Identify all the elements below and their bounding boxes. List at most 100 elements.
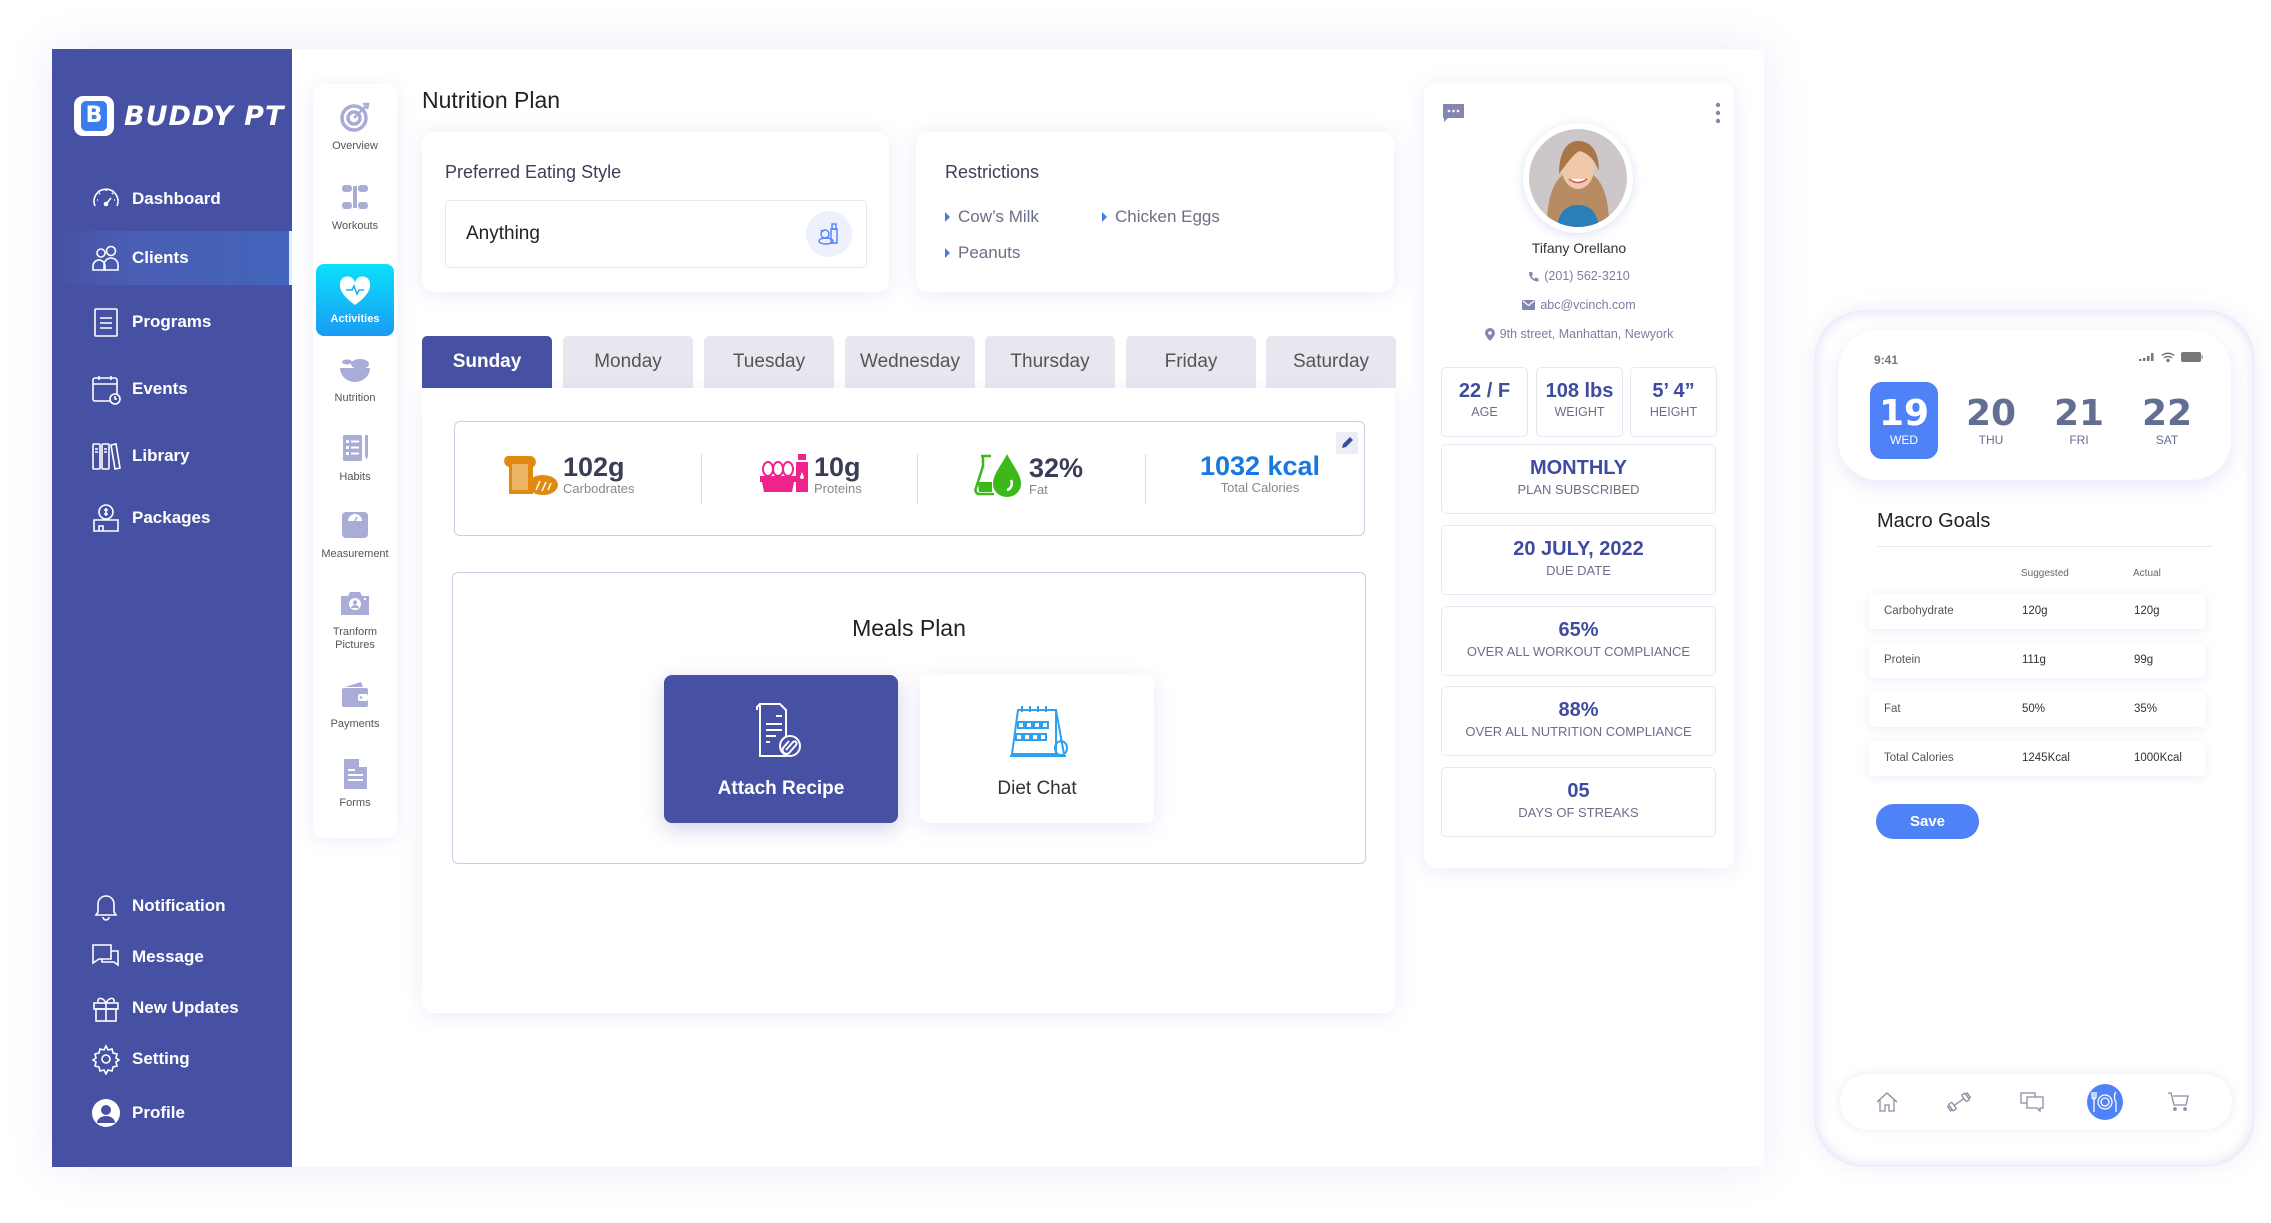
tab-monday[interactable]: Monday [563, 336, 693, 388]
chat-bubble-icon[interactable] [1441, 102, 1466, 124]
day-name: THU [1978, 432, 2004, 447]
subnav-item-overview[interactable]: Overview [316, 100, 394, 153]
bell-icon [94, 895, 118, 921]
nav-workouts[interactable] [1941, 1084, 1977, 1120]
sidebar-item-packages[interactable]: Packages [52, 491, 292, 545]
macro-suggested: 1245Kcal [2022, 752, 2070, 764]
macro-goals-title: Macro Goals [1877, 510, 1991, 532]
nav-home[interactable] [1869, 1084, 1905, 1120]
subnav-item-forms[interactable]: Forms [316, 757, 394, 810]
avatar[interactable] [1523, 123, 1633, 233]
subnav-item-workouts[interactable]: Workouts [316, 180, 394, 233]
sidebar-item-new-updates[interactable]: New Updates [52, 984, 292, 1032]
day-20[interactable]: 20 THU [1957, 382, 2025, 459]
sidebar-item-setting[interactable]: Setting [52, 1035, 292, 1083]
scale-icon [342, 512, 368, 538]
books-icon [92, 443, 121, 470]
mail-icon [1522, 300, 1536, 310]
stat-workout-compliance: 65% OVER ALL WORKOUT COMPLIANCE [1441, 606, 1716, 676]
diet-chat-button[interactable]: Diet Chat [920, 675, 1154, 823]
stat-value: 20 JULY, 2022 [1513, 538, 1644, 560]
nav-cart[interactable] [2160, 1084, 2196, 1120]
sidebar-item-notification[interactable]: Notification [52, 882, 292, 930]
money-box-icon [93, 504, 119, 532]
subnav-item-activities[interactable]: Activities [316, 264, 394, 336]
day-21[interactable]: 21 FRI [2045, 382, 2113, 459]
macro-total-calories: 1032 kcal Total Calories [1185, 452, 1335, 495]
sidebar-item-label: Programs [132, 312, 212, 331]
client-email[interactable]: abc@vcinch.com [1424, 298, 1734, 312]
stat-weight: 108 lbs WEIGHT [1536, 367, 1623, 437]
mobile-bottom-nav [1840, 1074, 2232, 1130]
sidebar-item-label: Profile [132, 1103, 185, 1122]
avatar-photo [1529, 129, 1627, 227]
sidebar-item-label: Dashboard [132, 189, 221, 208]
bullet-icon [945, 212, 950, 222]
subnav-label: Measurement [321, 548, 389, 560]
pencil-icon [1342, 437, 1353, 448]
document-icon [344, 759, 367, 789]
bread-icon [504, 456, 558, 495]
sidebar-item-dashboard[interactable]: Dashboard [52, 172, 292, 226]
client-phone[interactable]: (201) 562-3210 [1424, 269, 1734, 283]
nav-chat[interactable] [2014, 1084, 2050, 1120]
signal-icon [2139, 353, 2154, 361]
divider [1877, 546, 2213, 547]
attach-recipe-label: Attach Recipe [717, 778, 845, 799]
attach-recipe-button[interactable]: Attach Recipe [664, 675, 898, 823]
subnav-item-payments[interactable]: Payments [316, 678, 394, 731]
stat-nutrition-compliance: 88% OVER ALL NUTRITION COMPLIANCE [1441, 686, 1716, 756]
divider [1145, 454, 1146, 504]
tab-thursday[interactable]: Thursday [985, 336, 1115, 388]
save-button[interactable]: Save [1876, 804, 1979, 839]
subnav-item-habits[interactable]: Habits [316, 431, 394, 484]
sidebar-item-profile[interactable]: Profile [52, 1089, 292, 1137]
tab-wednesday[interactable]: Wednesday [845, 336, 975, 388]
wallet-icon [342, 682, 368, 707]
more-vertical-icon[interactable] [1714, 102, 1722, 124]
macro-label: Fat [1029, 481, 1048, 497]
stat-label: OVER ALL NUTRITION COMPLIANCE [1465, 724, 1692, 739]
sidebar-item-library[interactable]: Library [52, 429, 292, 483]
tab-friday[interactable]: Friday [1126, 336, 1256, 388]
sidebar-item-label: Setting [132, 1049, 190, 1068]
tab-tuesday[interactable]: Tuesday [704, 336, 834, 388]
cart-icon [2168, 1092, 2189, 1111]
tab-saturday[interactable]: Saturday [1266, 336, 1396, 388]
tab-sunday[interactable]: Sunday [422, 336, 552, 388]
edit-button[interactable] [1336, 432, 1358, 454]
sidebar-item-label: Notification [132, 896, 226, 915]
day-name: WED [1890, 432, 1918, 447]
logo-letter: B [81, 101, 107, 131]
nav-nutrition[interactable] [2087, 1084, 2123, 1120]
status-time: 9:41 [1874, 353, 1899, 367]
macro-row: Fat 50% 35% [1869, 692, 2205, 727]
sidebar-item-programs[interactable]: Programs [52, 295, 292, 349]
stat-value: 108 lbs [1545, 380, 1614, 402]
status-icons [2139, 352, 2203, 362]
sidebar-item-label: Clients [132, 248, 189, 267]
subnav-label: Activities [330, 312, 380, 325]
day-19[interactable]: 19 WED [1870, 382, 1938, 459]
eating-style-card: Preferred Eating Style Anything [422, 132, 889, 292]
eating-style-select[interactable]: Anything [445, 200, 867, 268]
sidebar-item-events[interactable]: Events [52, 362, 292, 416]
eating-style-label: Preferred Eating Style [445, 162, 622, 182]
page-title: Nutrition Plan [422, 87, 561, 113]
subnav-item-nutrition[interactable]: Nutrition [316, 352, 394, 405]
stat-value: 5’ 4” [1652, 380, 1695, 402]
checklist-icon [343, 435, 368, 461]
day-number: 19 [1878, 392, 1930, 434]
restriction-item: Cow’s Milk [945, 207, 1039, 227]
macro-label: Carbodrates [563, 480, 635, 496]
subnav-item-transform-pictures[interactable]: Tranform Pictures [316, 586, 394, 652]
macro-value: 10g [814, 451, 861, 482]
sidebar-item-clients[interactable]: Clients [52, 231, 292, 285]
subnav-item-measurement[interactable]: Measurement [316, 508, 394, 561]
sidebar-item-message[interactable]: Message [52, 933, 292, 981]
brand-logo[interactable]: B BUDDY PT [74, 96, 284, 136]
day-22[interactable]: 22 SAT [2133, 382, 2201, 459]
home-icon [1876, 1092, 1898, 1112]
salad-bowl-icon [340, 359, 370, 382]
calories-label: Total Calories [1220, 480, 1300, 495]
